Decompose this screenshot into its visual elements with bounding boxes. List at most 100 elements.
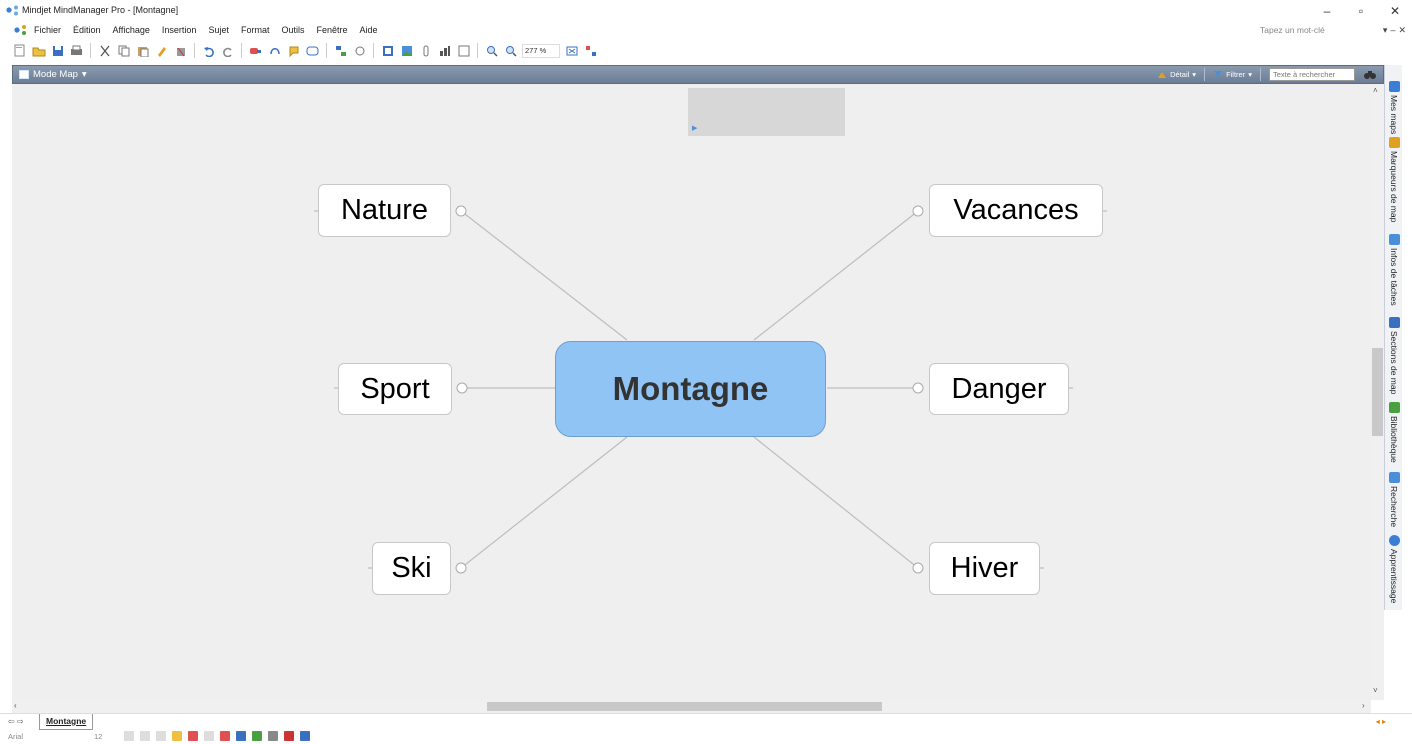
collapse-handle-ski[interactable]	[455, 562, 467, 574]
map-canvas[interactable]: ▶ Montagne Nature Sport Ski Vacances Dan…	[12, 84, 1371, 700]
horizontal-scroll-thumb[interactable]	[487, 702, 882, 711]
topic-nature[interactable]: Nature	[318, 184, 451, 237]
tab-nav-arrows[interactable]: ⇦ ⇨	[8, 717, 24, 726]
relationship-icon[interactable]	[267, 43, 282, 58]
topic-vacances[interactable]: Vacances	[929, 184, 1103, 237]
collapse-handle-danger[interactable]	[912, 382, 924, 394]
taskpane-tab-apprentissage[interactable]: Apprentissage	[1385, 535, 1403, 603]
topic-sport[interactable]: Sport	[338, 363, 452, 415]
detail-button[interactable]: Détail ▾	[1157, 70, 1196, 79]
menu-fenetre[interactable]: Fenêtre	[317, 25, 348, 35]
menu-outils[interactable]: Outils	[281, 25, 304, 35]
collapse-handle-sport[interactable]	[456, 382, 468, 394]
format-painter-icon[interactable]	[154, 43, 169, 58]
vertical-scrollbar[interactable]: ˄ ˅	[1371, 84, 1384, 700]
zoom-out-icon[interactable]	[503, 43, 518, 58]
restore-button[interactable]: ▫	[1344, 0, 1378, 22]
new-map-icon[interactable]	[12, 43, 27, 58]
menu-insertion[interactable]: Insertion	[162, 25, 197, 35]
scroll-right-icon[interactable]: ›	[1362, 701, 1365, 710]
minimize-button[interactable]: –	[1310, 0, 1344, 22]
marker-progress-icon[interactable]	[252, 731, 262, 741]
print-icon[interactable]	[69, 43, 84, 58]
collapse-handle-nature[interactable]	[455, 205, 467, 217]
task-icon[interactable]	[437, 43, 452, 58]
balance-map-icon[interactable]	[583, 43, 598, 58]
doc-dropdown-icon[interactable]: ▾	[1383, 25, 1388, 36]
task-info-icon	[1388, 234, 1400, 245]
modebar-separator	[1204, 68, 1206, 81]
scroll-left-icon[interactable]: ‹	[14, 701, 17, 710]
toolbar-separator	[90, 43, 91, 58]
marker-priority-icon[interactable]	[220, 731, 230, 741]
menu-sujet[interactable]: Sujet	[208, 25, 229, 35]
cut-icon[interactable]	[97, 43, 112, 58]
taskpane-tab-mes-maps[interactable]: Mes maps	[1385, 81, 1403, 134]
zoom-in-icon[interactable]	[484, 43, 499, 58]
horizontal-scrollbar[interactable]: ‹ ›	[12, 700, 1371, 713]
binoculars-icon[interactable]	[1363, 69, 1377, 80]
scroll-up-icon[interactable]: ˄	[1373, 86, 1378, 95]
doc-close-icon[interactable]: ✕	[1398, 25, 1406, 36]
scroll-down-icon[interactable]: ˅	[1373, 686, 1378, 695]
filter-button[interactable]: Filtrer ▾	[1213, 70, 1252, 79]
collapse-handle-hiver[interactable]	[912, 562, 924, 574]
map-mode-dropdown[interactable]: Mode Map ▾	[19, 69, 87, 80]
delete-icon[interactable]	[173, 43, 188, 58]
close-button[interactable]: ✕	[1378, 0, 1412, 22]
help-search-input[interactable]: Tapez un mot-clé	[1258, 25, 1350, 38]
copy-icon[interactable]	[116, 43, 131, 58]
taskpane-tab-bibliotheque[interactable]: Bibliothèque	[1385, 402, 1403, 463]
vertical-scroll-thumb[interactable]	[1372, 348, 1383, 436]
topic-hiver[interactable]: Hiver	[929, 542, 1040, 595]
topic-danger[interactable]: Danger	[929, 363, 1069, 415]
marker-calendar-icon[interactable]	[300, 731, 310, 741]
marker-flag-icon[interactable]	[284, 731, 294, 741]
marker-task-icon[interactable]	[236, 731, 246, 741]
boundary-icon[interactable]	[305, 43, 320, 58]
map-search-input[interactable]: Texte à rechercher	[1269, 68, 1355, 81]
taskpane-tab-sections[interactable]: Sections de map	[1385, 317, 1403, 394]
open-icon[interactable]	[31, 43, 46, 58]
italic-icon[interactable]	[140, 731, 150, 741]
image-icon[interactable]	[399, 43, 414, 58]
taskpane-tab-marqueurs[interactable]: Marqueurs de map	[1385, 137, 1403, 222]
central-topic[interactable]: Montagne	[555, 341, 826, 437]
taskpane-tab-recherche[interactable]: Recherche	[1385, 472, 1403, 527]
menu-format[interactable]: Format	[241, 25, 270, 35]
font-color-icon[interactable]	[188, 731, 198, 741]
font-select[interactable]: Arial	[8, 732, 88, 741]
redo-icon[interactable]	[220, 43, 235, 58]
fill-color-icon[interactable]	[172, 731, 182, 741]
save-icon[interactable]	[50, 43, 65, 58]
callout-icon[interactable]	[286, 43, 301, 58]
taskpane-tab-infos-taches[interactable]: Infos de tâches	[1385, 234, 1403, 306]
tab-scroll-arrows[interactable]: ◂ ▸	[1376, 717, 1386, 726]
font-size-select[interactable]: 12	[94, 732, 118, 741]
connector-ski	[460, 436, 628, 569]
menu-aide[interactable]: Aide	[360, 25, 378, 35]
menu-affichage[interactable]: Affichage	[113, 25, 150, 35]
outline-icon[interactable]	[456, 43, 471, 58]
document-icon	[14, 25, 26, 35]
insert-topic-icon[interactable]	[248, 43, 263, 58]
topic-ski[interactable]: Ski	[372, 542, 451, 595]
bold-icon[interactable]	[124, 731, 134, 741]
hyperlink-icon[interactable]	[418, 43, 433, 58]
collapse-handle-vacances[interactable]	[912, 205, 924, 217]
zoom-level-select[interactable]: 277 %	[522, 43, 560, 58]
attach-icon[interactable]	[352, 43, 367, 58]
undo-icon[interactable]	[201, 43, 216, 58]
menu-fichier[interactable]: Fichier	[34, 25, 61, 35]
notes-icon[interactable]	[380, 43, 395, 58]
doc-minimize-icon[interactable]: –	[1390, 25, 1395, 36]
menu-edition[interactable]: Édition	[73, 25, 101, 35]
underline-icon[interactable]	[156, 731, 166, 741]
align-icon[interactable]	[204, 731, 214, 741]
marker-icon[interactable]	[268, 731, 278, 741]
tab-montagne[interactable]: Montagne	[39, 714, 94, 730]
filter-label: Filtrer	[1226, 70, 1246, 79]
fit-map-icon[interactable]	[564, 43, 579, 58]
subtopic-icon[interactable]	[333, 43, 348, 58]
paste-icon[interactable]	[135, 43, 150, 58]
